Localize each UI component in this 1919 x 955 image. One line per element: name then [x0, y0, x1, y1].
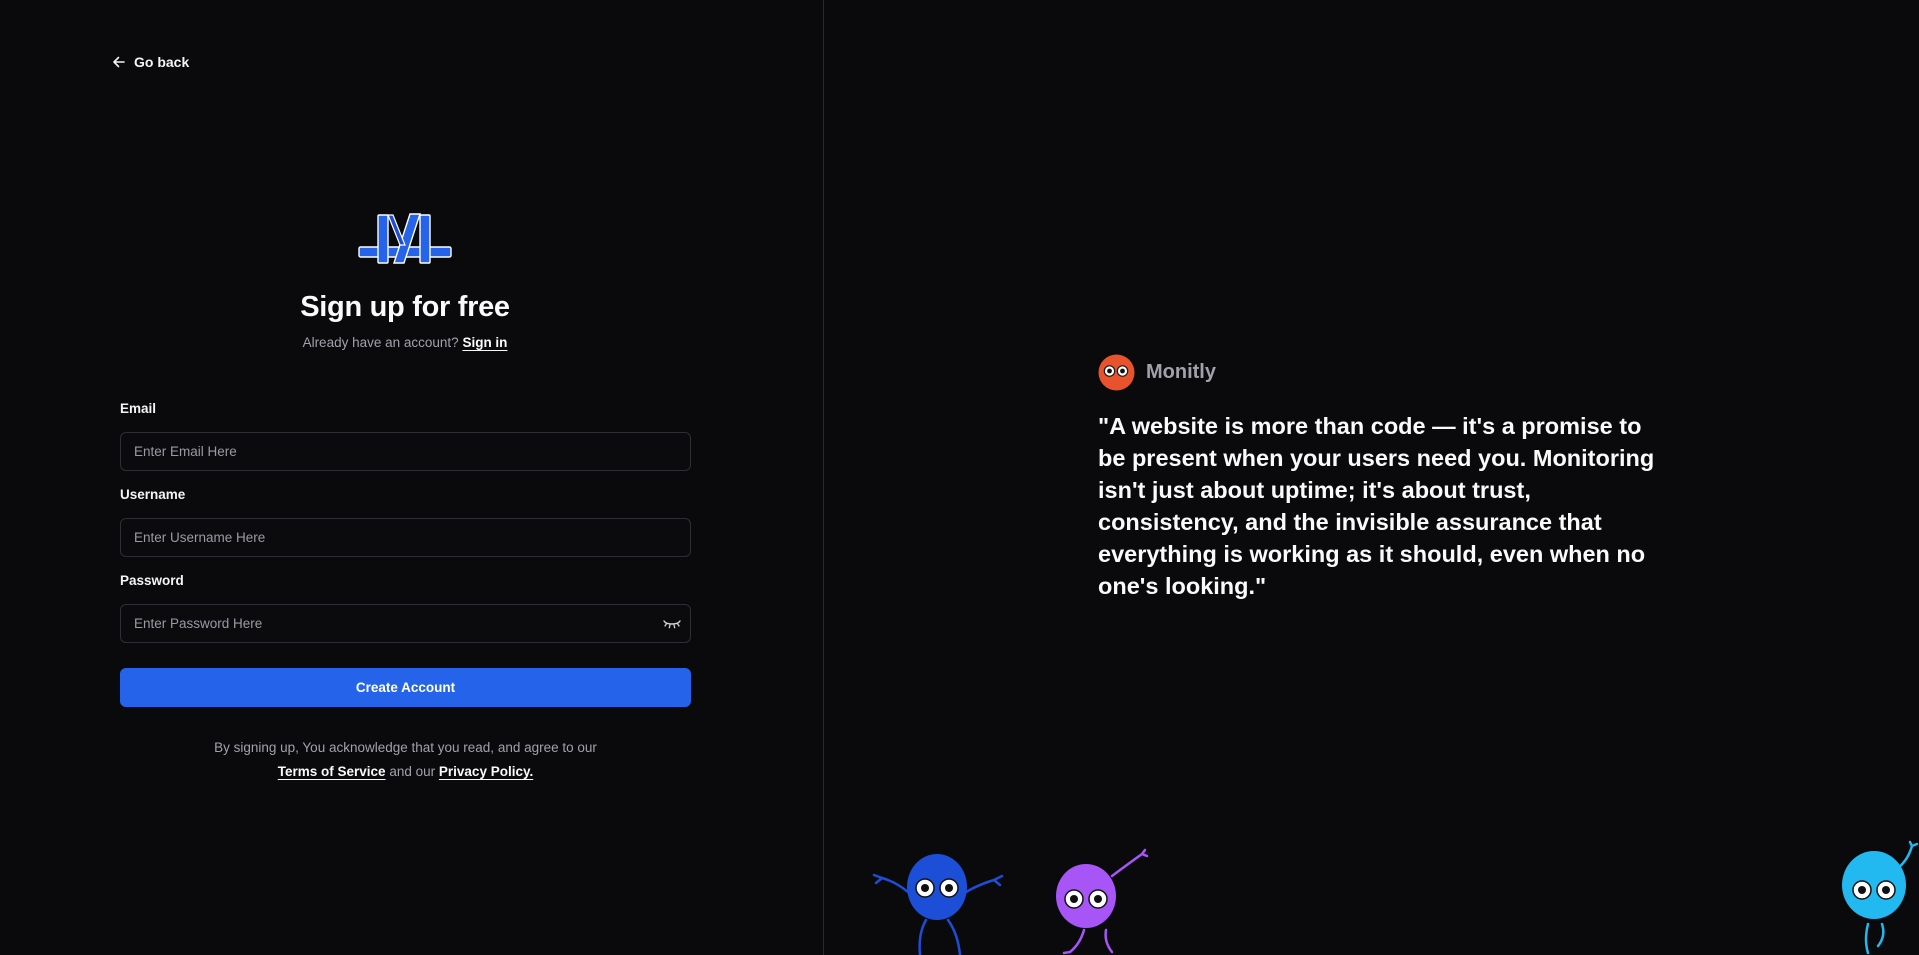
testimonial-quote: "A website is more than code — it's a pr…	[1098, 413, 1655, 599]
password-label: Password	[120, 573, 184, 588]
privacy-policy-link[interactable]: Privacy Policy.	[439, 764, 533, 779]
have-account-label: Already have an account?	[302, 335, 459, 350]
brand-name: Monitly	[1146, 361, 1216, 383]
terms-prefix: By signing up, You acknowledge that you …	[214, 740, 597, 755]
monitly-logo	[358, 213, 452, 264]
sign-in-link[interactable]: Sign in	[462, 335, 507, 350]
create-account-button[interactable]: Create Account	[120, 668, 691, 707]
arrow-left-icon	[113, 56, 125, 68]
mascot-avatar	[1098, 354, 1135, 391]
page-title: Sign up for free	[300, 291, 510, 323]
have-account-text: Already have an account? Sign in	[0, 335, 810, 350]
eye-closed-icon[interactable]	[662, 617, 682, 631]
go-back-label: Go back	[134, 54, 190, 70]
email-field[interactable]	[120, 432, 691, 471]
purple-mascot	[1056, 848, 1149, 955]
terms-notice: By signing up, You acknowledge that you …	[120, 736, 691, 784]
email-label: Email	[120, 401, 157, 416]
go-back-link[interactable]: Go back	[112, 54, 189, 70]
blue-mascot	[872, 854, 1004, 955]
terms-connector: and our	[389, 764, 436, 779]
username-field[interactable]	[120, 518, 691, 557]
password-field[interactable]	[120, 604, 691, 643]
cyan-mascot	[1842, 840, 1919, 955]
username-label: Username	[120, 487, 186, 502]
terms-of-service-link[interactable]: Terms of Service	[278, 764, 386, 779]
testimonial-brand: Monitly	[1098, 354, 1216, 391]
signup-panel: Go back Sign up for free Already have an…	[0, 0, 823, 955]
